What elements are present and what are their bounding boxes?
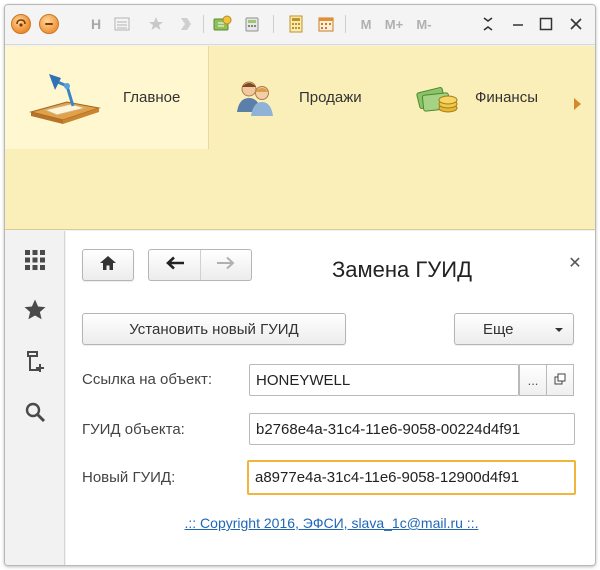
h-icon[interactable]: H — [85, 13, 107, 35]
nav-buttons — [148, 249, 252, 281]
back-arrow-icon — [165, 256, 185, 275]
back-button[interactable] — [149, 250, 200, 280]
search-icon[interactable] — [22, 399, 48, 425]
section-sales[interactable]: Продажи — [235, 46, 362, 149]
forward-faded-icon[interactable] — [175, 13, 197, 35]
forward-arrow-icon — [216, 256, 236, 275]
ref-choose-label: ... — [527, 372, 539, 388]
object-guid-input[interactable] — [249, 413, 575, 445]
set-new-guid-button[interactable]: Установить новый ГУИД — [82, 313, 346, 345]
star-faded-icon[interactable] — [145, 13, 167, 35]
grid-menu-icon[interactable] — [22, 247, 48, 273]
form-title: Замена ГУИД — [332, 257, 472, 282]
favorites-star-icon[interactable] — [22, 297, 48, 323]
section-label-finance: Финансы — [475, 89, 538, 106]
new-guid-label: Новый ГУИД: — [82, 469, 176, 486]
more-dropdown-icon — [555, 328, 563, 332]
ref-open-button[interactable] — [546, 364, 574, 396]
history-icon[interactable] — [22, 349, 48, 375]
expand-icon[interactable] — [477, 13, 499, 35]
more-label: Еще — [483, 320, 514, 338]
app-window: H M M+ M- Главное Продажи Финансы Замена… — [4, 4, 596, 566]
money-icon — [415, 78, 459, 118]
ref-field-group: ... — [249, 364, 575, 396]
form-guid-replace: Замена ГУИД ✕ Установить новый ГУИД Еще … — [66, 231, 595, 565]
calculator-icon[interactable] — [285, 13, 307, 35]
refresh-icon[interactable] — [211, 13, 233, 35]
set-new-guid-label: Установить новый ГУИД — [129, 320, 299, 338]
sections-scroll-right-icon[interactable] — [574, 98, 581, 110]
minimize-menu-icon[interactable] — [39, 13, 59, 35]
open-link-icon — [554, 373, 566, 388]
title-bar: H M M+ M- — [5, 5, 595, 45]
object-guid-label: ГУИД объекта: — [82, 421, 185, 438]
people-icon — [235, 78, 275, 118]
ref-label: Ссылка на объект: — [82, 371, 212, 388]
home-button[interactable] — [82, 249, 134, 281]
m-plus-label: M+ — [384, 16, 404, 32]
left-toolbar — [5, 231, 65, 565]
section-label-sales: Продажи — [299, 89, 362, 106]
maximize-icon[interactable] — [535, 13, 557, 35]
calculator-icon[interactable] — [241, 13, 263, 35]
list-icon[interactable] — [111, 13, 133, 35]
close-window-icon[interactable] — [565, 13, 587, 35]
m-minus-icon[interactable]: M- — [413, 13, 435, 35]
m-minus-label: M- — [416, 16, 432, 32]
new-guid-input[interactable] — [247, 460, 576, 495]
m-icon[interactable]: M — [357, 13, 375, 35]
section-finance[interactable]: Финансы — [415, 46, 538, 149]
more-button[interactable]: Еще — [454, 313, 574, 345]
copyright-link[interactable]: .:: Copyright 2016, ЭФСИ, slava_1c@mail.… — [66, 515, 595, 531]
ref-input[interactable] — [249, 364, 519, 396]
section-main[interactable]: Главное — [27, 46, 180, 149]
1c-logo-icon[interactable] — [11, 13, 31, 35]
h-label: H — [90, 16, 102, 32]
close-form-icon[interactable]: ✕ — [567, 255, 583, 272]
minimize-icon[interactable] — [507, 13, 529, 35]
ref-choose-button[interactable]: ... — [519, 364, 547, 396]
forward-button[interactable] — [200, 250, 251, 280]
desk-lamp-icon — [27, 68, 103, 128]
sections-panel: Главное Продажи Финансы — [5, 46, 595, 230]
home-icon — [99, 255, 117, 275]
section-label-main: Главное — [123, 89, 181, 106]
calendar-icon[interactable] — [315, 13, 337, 35]
m-plus-icon[interactable]: M+ — [383, 13, 405, 35]
m-label: M — [360, 16, 372, 32]
